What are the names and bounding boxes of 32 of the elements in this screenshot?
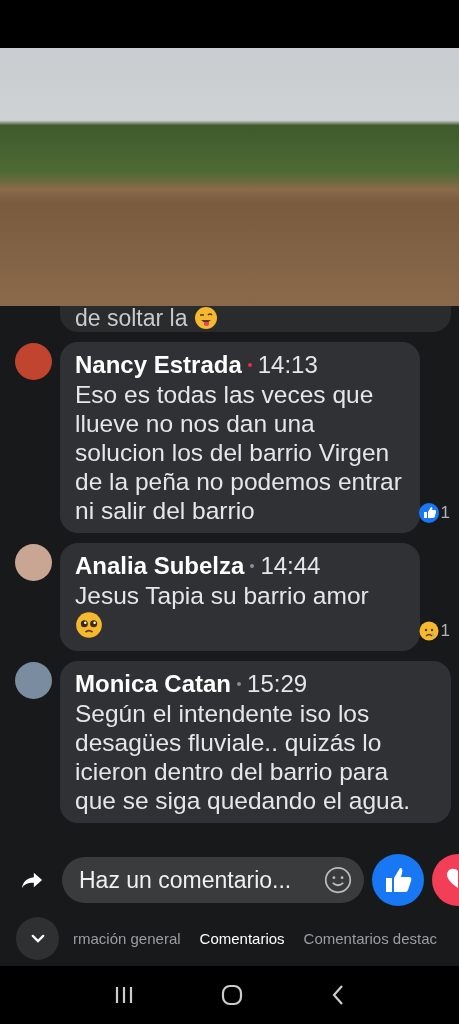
comment-text: Eso es todas las veces que llueve no nos dan una solucion los del barrio Virgen de la peña no podemos entrar ni salir del barrio <box>75 380 403 525</box>
avatar[interactable] <box>15 544 52 581</box>
avatar[interactable] <box>15 343 52 380</box>
tab[interactable]: Comentarios <box>199 929 285 947</box>
author-name[interactable]: Monica Catan <box>75 669 232 699</box>
avatar[interactable] <box>15 662 52 699</box>
emoji-icon <box>193 306 218 330</box>
comment-time: 14:13 <box>257 350 318 380</box>
author-name[interactable]: Nancy Estrada <box>75 350 242 380</box>
love-reaction-icon[interactable] <box>432 854 459 906</box>
home-icon[interactable] <box>221 984 244 1006</box>
reaction-count: 1 <box>440 621 450 641</box>
like-reaction-icon[interactable] <box>372 854 424 906</box>
back-icon[interactable] <box>331 984 346 1006</box>
comment-input-field[interactable]: Haz un comentario... <box>77 865 324 895</box>
comment-text: de soltar la <box>75 306 188 330</box>
recent-apps-icon[interactable] <box>113 985 134 1005</box>
comment-text: Jesus Tapia su barrio amor <box>75 581 370 610</box>
smiley-icon[interactable] <box>324 866 352 894</box>
collapse-chevron-button[interactable] <box>16 916 59 960</box>
author-name[interactable]: Analia Subelza <box>75 551 245 581</box>
comment-text: Según el intendente iso los desagües fluviale.. quizás lo icieron dentro del barrio para que se siga quedando el agua. <box>75 699 412 815</box>
comment-field[interactable]: Haz un comentario... <box>62 857 364 903</box>
sad-reaction-icon[interactable] <box>418 621 439 641</box>
reaction-count: 1 <box>440 503 450 523</box>
tab[interactable]: rmación general <box>73 929 181 947</box>
comment-time: 15:29 <box>247 669 308 699</box>
comment-time: 14:44 <box>260 551 321 581</box>
like-reaction-icon[interactable] <box>418 503 439 523</box>
tab[interactable]: Comentarios destac <box>303 929 437 947</box>
emoji-icon <box>75 611 103 639</box>
chevron-down-icon[interactable] <box>30 933 45 943</box>
